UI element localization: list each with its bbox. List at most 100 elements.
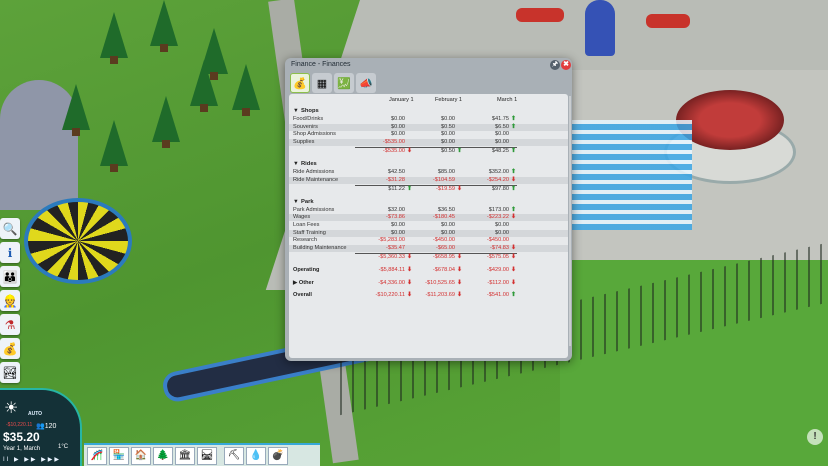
scrollbar[interactable] xyxy=(569,96,571,346)
plane-ride-car[interactable] xyxy=(516,8,564,22)
finance-cell: -$429.00 xyxy=(486,267,509,273)
overall-row: Overall -$10,220.11 ⬇ -$11,203.69 ⬇ -$541.00 ⬆ xyxy=(289,292,568,299)
rides-icon[interactable]: 🎢 xyxy=(87,446,107,465)
weather-sun-icon: ☀ xyxy=(4,400,19,417)
chevron-down-icon[interactable]: ▼ xyxy=(293,161,301,167)
close-icon[interactable]: ✖ xyxy=(561,60,571,70)
finance-cell: -$254.20 xyxy=(486,176,509,183)
finance-cell: $36.50 xyxy=(437,206,455,213)
queue-line[interactable] xyxy=(572,120,692,230)
pin-icon[interactable]: 🖈 xyxy=(550,60,560,70)
shops-icon[interactable]: 🏪 xyxy=(109,446,129,465)
trend-down-icon: ⬇ xyxy=(511,214,516,221)
section-header[interactable]: ▼ Shops xyxy=(293,108,319,114)
finance-cell: -$112.00 xyxy=(487,279,509,286)
finance-cell: -$541.00 xyxy=(486,292,509,299)
notification-info-icon[interactable]: ! xyxy=(807,429,823,445)
section-title: Park xyxy=(301,198,314,205)
finance-cell: -$575.05 xyxy=(486,254,509,261)
guests-icon[interactable]: 👪 xyxy=(0,266,20,287)
safe-icon[interactable]: ▦ xyxy=(312,73,332,93)
playback-controls[interactable]: II ▶ ▶▶ ▶▶▶ xyxy=(3,456,61,463)
finance-cell: $0.00 xyxy=(495,229,509,236)
overall-label: Overall xyxy=(293,292,312,298)
section-header[interactable]: ▼ Park xyxy=(293,199,314,205)
scenery-tree-icon[interactable]: 🌲 xyxy=(153,446,173,465)
month-header: January 1 xyxy=(389,97,414,103)
finance-cell: $32.00 xyxy=(387,206,405,213)
finance-cell: -$31.28 xyxy=(386,176,405,183)
finance-cell: $0.00 xyxy=(391,222,405,228)
other-row[interactable]: ▶ Other -$4,336.00 ⬇ -$10,525.65 ⬇ -$112.00 ⬇ xyxy=(289,280,568,287)
row-label: Ride Maintenance xyxy=(293,176,339,183)
pine-tree xyxy=(232,64,260,116)
finance-cell: $0.00 xyxy=(441,139,455,146)
search-icon[interactable]: 🔍 xyxy=(0,218,20,239)
finance-cell: -$10,220.11 xyxy=(375,292,405,299)
finance-cell: -$535.00 xyxy=(382,139,405,146)
staff-icon[interactable]: 👷 xyxy=(0,290,20,311)
finance-cell: $0.00 xyxy=(391,123,405,130)
demolish-icon[interactable]: 💣 xyxy=(268,446,288,465)
finance-cell: -$5,283.00 xyxy=(378,237,405,244)
carousel-ride[interactable] xyxy=(676,90,784,150)
paths-icon[interactable]: 🛤 xyxy=(197,446,217,465)
operating-title: Operating xyxy=(293,267,320,273)
pine-tree xyxy=(100,120,128,172)
speed-auto-label[interactable]: AUTO xyxy=(28,411,42,417)
finance-cell: $0.00 xyxy=(441,222,455,228)
finance-cell: $85.00 xyxy=(437,169,455,175)
guest-count: 👥120 xyxy=(36,423,57,430)
water-tool-icon[interactable]: 💧 xyxy=(246,446,266,465)
research-flask-icon[interactable]: ⚗ xyxy=(0,314,20,335)
coins-icon[interactable]: 💰 xyxy=(290,73,310,93)
spinning-ride[interactable] xyxy=(24,198,132,284)
finance-cell: $352.00 xyxy=(488,169,509,175)
table-row: Building Maintenance -$35.47 -$65.00 -$74.8… xyxy=(289,245,568,253)
finance-cell: $41.75 xyxy=(491,116,509,122)
finance-cell: -$19.59 xyxy=(436,185,455,192)
window-title: Finance - Finances xyxy=(291,61,351,68)
trend-up-icon: ⬆ xyxy=(511,185,516,192)
finance-cell: $0.50 xyxy=(441,123,455,130)
window-titlebar[interactable]: Finance - Finances 🖈 ✖ xyxy=(285,58,572,72)
plane-ride-car[interactable] xyxy=(646,14,690,28)
finance-cell: -$35.47 xyxy=(386,245,405,252)
window-tabs: 💰 ▦ 💹 📣 xyxy=(290,73,376,95)
money-display[interactable]: $35.20 xyxy=(3,430,40,444)
section-header[interactable]: ▼ Rides xyxy=(293,161,317,167)
finance-cell: -$65.00 xyxy=(436,245,455,252)
money-chart-icon[interactable]: 💹 xyxy=(334,73,354,93)
operating-row: Operating -$5,884.11 ⬇ -$678.04 ⬇ -$429.00 ⬇ xyxy=(289,267,568,274)
finance-coins-icon[interactable]: 💰 xyxy=(0,338,20,359)
finance-window[interactable]: Finance - Finances 🖈 ✖ 💰 ▦ 💹 📣 January 1 Fe… xyxy=(285,58,572,361)
pine-tree xyxy=(152,96,180,148)
finance-cell: $97.80 xyxy=(491,185,509,192)
temperature-display: 1°C xyxy=(58,444,69,450)
chevron-down-icon[interactable]: ▼ xyxy=(293,199,301,205)
rocket-ride[interactable] xyxy=(585,0,615,56)
info-icon[interactable]: ℹ xyxy=(0,242,20,263)
finance-cell: $0.00 xyxy=(441,131,455,138)
finance-cell: -$104.59 xyxy=(432,176,455,183)
table-row: Ride Admissions $42.50 $85.00 $352.00 ⬆ xyxy=(289,169,568,176)
row-label: Ride Admissions xyxy=(293,169,335,175)
table-row: Wages -$73.86 -$180.45 -$223.22 ⬇ xyxy=(289,214,568,222)
marketing-icon[interactable]: 📣 xyxy=(356,73,376,93)
operating-label: Operating xyxy=(293,267,319,273)
row-label: Loan Fees xyxy=(293,222,320,228)
terrain-tool-icon[interactable]: ⛏ xyxy=(224,446,244,465)
buildings-icon[interactable]: 🏛 xyxy=(175,446,195,465)
subtotal-row: $11.22 ⬆ -$19.59 ⬇ $97.80 ⬆ xyxy=(289,186,568,193)
finance-cell: $173.00 xyxy=(488,206,509,213)
finance-cell: -$74.83 xyxy=(490,245,509,252)
table-row: Food/Drinks $0.00 $0.00 $41.75 ⬆ xyxy=(289,116,568,123)
trend-down-icon: ⬇ xyxy=(511,267,516,273)
park-management-icon[interactable]: 🏞 xyxy=(0,362,20,383)
month-header: February 1 xyxy=(435,97,463,103)
facilities-icon[interactable]: 🏠 xyxy=(131,446,151,465)
chevron-down-icon[interactable]: ▼ xyxy=(293,108,301,114)
section-title: Shops xyxy=(301,108,319,114)
finance-cell: $0.00 xyxy=(391,131,405,138)
trend-up-icon: ⬆ xyxy=(511,123,516,130)
